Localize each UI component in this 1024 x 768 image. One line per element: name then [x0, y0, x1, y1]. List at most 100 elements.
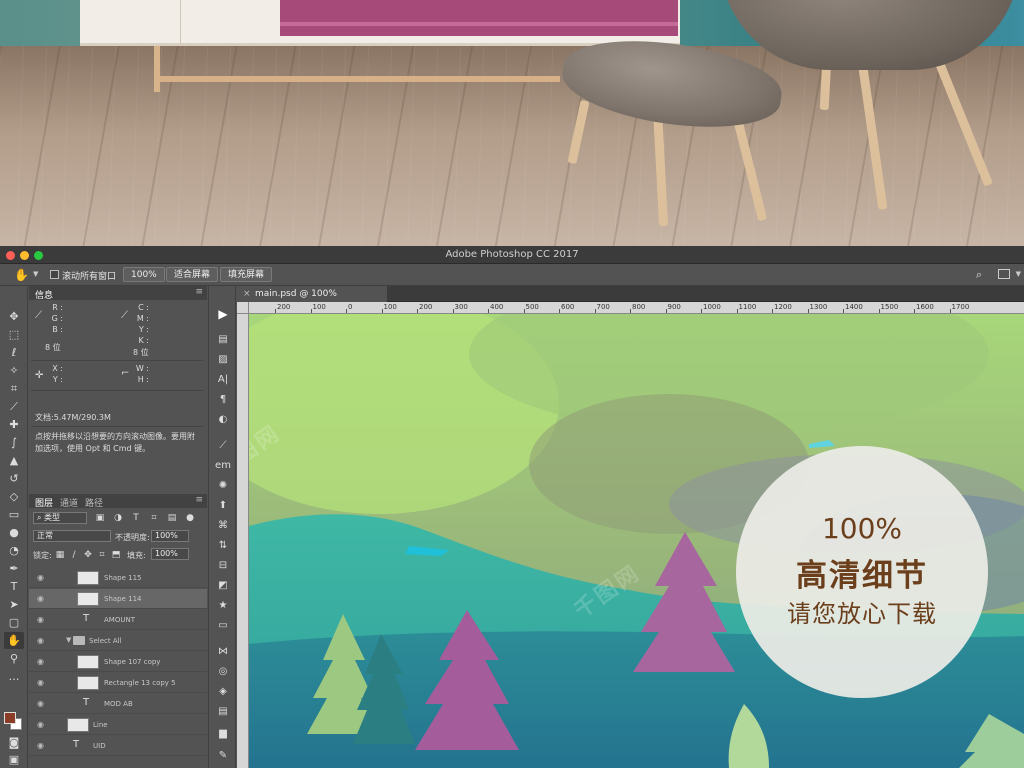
- history-brush-tool-icon[interactable]: ↺: [4, 470, 24, 487]
- search-icon[interactable]: ⌕: [976, 268, 982, 282]
- lock-pixels-icon[interactable]: ∕: [69, 550, 79, 560]
- eye-icon[interactable]: ◉: [37, 615, 46, 624]
- path-selection-tool-icon[interactable]: ➤: [4, 596, 24, 613]
- screen-mode-icon[interactable]: ▣: [4, 751, 24, 768]
- scroll-all-windows-checkbox[interactable]: [50, 270, 59, 279]
- glyphs-icon[interactable]: ▭: [214, 618, 232, 634]
- move-tool-icon[interactable]: ✥: [4, 308, 24, 325]
- quick-mask-icon[interactable]: ◙: [4, 734, 24, 751]
- zoom-100-button[interactable]: 100%: [123, 267, 165, 282]
- eyedropper-tool-icon[interactable]: ⟋: [4, 398, 24, 415]
- brush-tool-icon[interactable]: ∫: [4, 434, 24, 451]
- zoom-tool-icon[interactable]: ⚲: [4, 650, 24, 667]
- chevron-down-icon[interactable]: ▼: [66, 636, 71, 644]
- filter-kind-select[interactable]: ⌕ 类型: [33, 512, 87, 524]
- paragraph-icon[interactable]: ¶: [214, 392, 232, 408]
- eye-icon[interactable]: ◉: [37, 573, 46, 582]
- hand-tool-icon[interactable]: ✋: [4, 632, 24, 649]
- history-icon[interactable]: ▤: [214, 332, 232, 348]
- tab-paths[interactable]: 路径: [85, 496, 103, 509]
- lock-position-icon[interactable]: ✥: [83, 550, 93, 560]
- clone-source-icon[interactable]: ⬆: [214, 498, 232, 514]
- type-tool-icon[interactable]: T: [4, 578, 24, 595]
- timeline-icon[interactable]: ⋈: [214, 644, 232, 660]
- measurement-icon[interactable]: ▤: [214, 704, 232, 720]
- panel-menu-icon[interactable]: ≡: [195, 287, 203, 297]
- eye-icon[interactable]: ◉: [37, 678, 46, 687]
- layer-comps-icon[interactable]: ◈: [214, 684, 232, 700]
- stamp-tool-icon[interactable]: ▲: [4, 452, 24, 469]
- swatches-icon[interactable]: ◩: [214, 578, 232, 594]
- navigator-icon[interactable]: ✺: [214, 478, 232, 494]
- brush-settings-icon[interactable]: ⟋: [214, 438, 232, 454]
- eye-icon[interactable]: ◉: [37, 720, 46, 729]
- pixel-filter-icon[interactable]: ▣: [95, 513, 105, 523]
- tab-layers[interactable]: 图层: [35, 496, 53, 509]
- adjustment-filter-icon[interactable]: ◑: [113, 513, 123, 523]
- foreground-color-swatch[interactable]: [4, 712, 16, 724]
- layer-row[interactable]: ◉ Shape 115: [29, 568, 207, 588]
- tool-presets-icon[interactable]: ⌘: [214, 518, 232, 534]
- layer-row[interactable]: ◉ T AMOUNT: [29, 610, 207, 630]
- eye-icon[interactable]: ◉: [37, 636, 46, 645]
- eye-icon[interactable]: ◉: [37, 699, 46, 708]
- brush-preset-icon[interactable]: em: [214, 458, 232, 474]
- histogram-icon[interactable]: ▆: [214, 726, 232, 742]
- horizontal-ruler[interactable]: 200 100 0 100 200 300 400 500 600 700 800 900 1000 11…: [249, 302, 1024, 314]
- play-icon[interactable]: ▶: [214, 306, 232, 322]
- eye-icon[interactable]: ◉: [37, 594, 46, 603]
- shape-filter-icon[interactable]: ⌗: [149, 513, 159, 523]
- filter-toggle-icon[interactable]: ●: [185, 513, 195, 523]
- smart-object-filter-icon[interactable]: ▤: [167, 513, 177, 523]
- blend-mode-select[interactable]: 正常: [33, 530, 111, 542]
- crop-tool-icon[interactable]: ⌗: [4, 380, 24, 397]
- layer-group-row[interactable]: ◉ ▼ Select All: [29, 631, 207, 651]
- lock-transparent-icon[interactable]: ▦: [55, 550, 65, 560]
- lock-all-icon[interactable]: ⬒: [111, 550, 121, 560]
- blur-tool-icon[interactable]: ●: [4, 524, 24, 541]
- panel-menu-icon[interactable]: ≡: [195, 495, 203, 505]
- fill-input[interactable]: 100%: [151, 548, 189, 560]
- gradient-tool-icon[interactable]: ▭: [4, 506, 24, 523]
- layer-row[interactable]: ◉ Rectangle 13 copy 5: [29, 673, 207, 693]
- adjustments-icon[interactable]: ▨: [214, 352, 232, 368]
- layer-row[interactable]: ◉ T MOD AB: [29, 694, 207, 714]
- hand-tool-icon[interactable]: ✋: [14, 268, 29, 282]
- type-filter-icon[interactable]: T: [131, 513, 141, 523]
- tab-info[interactable]: 信息: [35, 288, 53, 301]
- notes-icon[interactable]: ✎: [214, 748, 232, 764]
- ruler-origin[interactable]: [237, 302, 249, 314]
- rectangle-tool-icon[interactable]: ▢: [4, 614, 24, 631]
- layer-row[interactable]: ◉ Shape 107 copy: [29, 652, 207, 672]
- eraser-tool-icon[interactable]: ◇: [4, 488, 24, 505]
- healing-brush-tool-icon[interactable]: ✚: [4, 416, 24, 433]
- fill-screen-button[interactable]: 填充屏幕: [220, 267, 273, 282]
- properties-icon[interactable]: ⊟: [214, 558, 232, 574]
- layer-row[interactable]: ◉ T UID: [29, 736, 207, 756]
- chevron-down-icon[interactable]: ▼: [1016, 270, 1021, 278]
- layer-row[interactable]: ◉ Line: [29, 715, 207, 735]
- layer-row[interactable]: ◉ Shape 114: [29, 589, 207, 609]
- pen-tool-icon[interactable]: ✒: [4, 560, 24, 577]
- 3d-icon[interactable]: ◎: [214, 664, 232, 680]
- opacity-input[interactable]: 100%: [151, 530, 189, 542]
- libraries-icon[interactable]: ★: [214, 598, 232, 614]
- vertical-ruler[interactable]: [237, 314, 249, 768]
- actions-icon[interactable]: ⇅: [214, 538, 232, 554]
- dodge-tool-icon[interactable]: ◔: [4, 542, 24, 559]
- lasso-tool-icon[interactable]: ℓ: [4, 344, 24, 361]
- character-icon[interactable]: A|: [214, 372, 232, 388]
- styles-icon[interactable]: ◐: [214, 412, 232, 428]
- eye-icon[interactable]: ◉: [37, 741, 46, 750]
- fit-screen-button[interactable]: 适合屏幕: [166, 267, 219, 282]
- document-tab[interactable]: × main.psd @ 100%: [237, 286, 387, 302]
- magic-wand-tool-icon[interactable]: ✧: [4, 362, 24, 379]
- more-tools-icon[interactable]: …: [4, 668, 24, 685]
- tab-channels[interactable]: 通道: [60, 496, 78, 509]
- eye-icon[interactable]: ◉: [37, 657, 46, 666]
- close-tab-icon[interactable]: ×: [243, 286, 251, 302]
- workspace-icon[interactable]: [998, 269, 1010, 279]
- chevron-down-icon[interactable]: ▼: [33, 270, 38, 278]
- lock-artboard-icon[interactable]: ⌗: [97, 550, 107, 560]
- marquee-tool-icon[interactable]: ⬚: [4, 326, 24, 343]
